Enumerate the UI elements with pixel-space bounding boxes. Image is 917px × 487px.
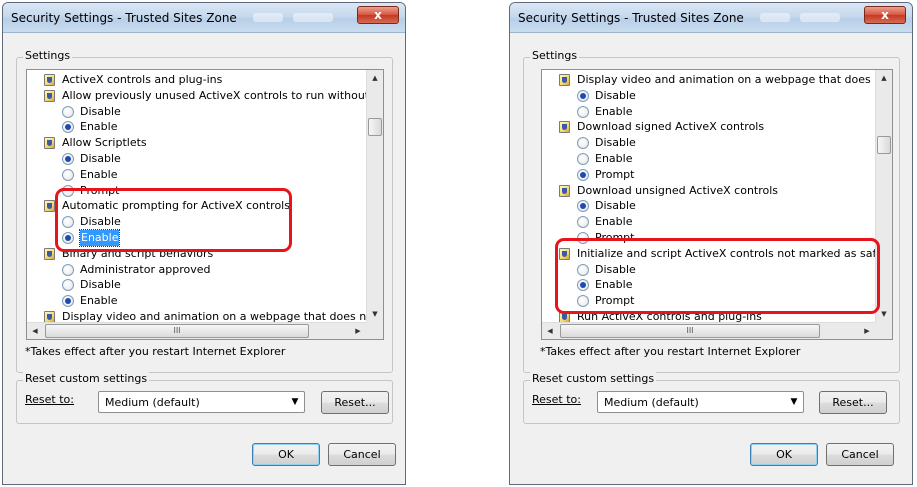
- row-label: Disable: [80, 152, 121, 165]
- activex-setting-icon: [44, 89, 55, 102]
- vertical-scrollbar[interactable]: ▲ ▼: [366, 70, 383, 322]
- row-label: Enable: [595, 215, 633, 229]
- highlight-outline: [555, 238, 880, 314]
- scroll-corner: [366, 322, 383, 339]
- row-label: Disable: [80, 104, 121, 118]
- close-icon: x: [881, 8, 889, 22]
- radio-button[interactable]: [62, 263, 74, 276]
- title-bar-reflection: [253, 13, 283, 22]
- radio-button[interactable]: [577, 168, 589, 181]
- activex-category-icon: [44, 74, 55, 86]
- radio-button[interactable]: [62, 153, 74, 165]
- close-button[interactable]: x: [357, 6, 399, 24]
- horizontal-scrollbar[interactable]: ◀ III ▶: [27, 322, 366, 339]
- scroll-right-arrow-icon[interactable]: ▶: [859, 323, 875, 339]
- ok-button[interactable]: OK: [252, 443, 320, 466]
- row-label: Enable: [80, 167, 118, 181]
- title-bar[interactable]: Security Settings - Trusted Sites Zone x: [3, 3, 405, 33]
- activex-setting-icon: [559, 184, 570, 197]
- scroll-right-arrow-icon[interactable]: ▶: [350, 323, 366, 339]
- radio-button[interactable]: [577, 137, 589, 150]
- row-label: Prompt: [595, 167, 635, 181]
- scroll-grip: III: [686, 326, 694, 335]
- dialog-title: Security Settings - Trusted Sites Zone: [518, 11, 744, 25]
- cancel-button[interactable]: Cancel: [328, 443, 396, 466]
- row-label: Download unsigned ActiveX controls: [577, 183, 779, 197]
- scroll-grip: III: [173, 326, 181, 335]
- dialog-title: Security Settings - Trusted Sites Zone: [11, 11, 237, 25]
- title-bar-reflection: [800, 13, 840, 22]
- row-label: Enable: [595, 104, 633, 118]
- vertical-scroll-thumb[interactable]: [368, 118, 382, 136]
- reset-button[interactable]: Reset...: [819, 391, 887, 414]
- reset-level-select[interactable]: Medium (default) ▼: [98, 391, 305, 413]
- radio-button[interactable]: [577, 216, 589, 229]
- activex-setting-icon: [44, 247, 55, 260]
- scroll-down-arrow-icon[interactable]: ▼: [367, 306, 383, 322]
- row-label: Download signed ActiveX controls: [577, 120, 765, 134]
- settings-group-label: Settings: [23, 49, 73, 62]
- reset-level-value: Medium (default): [105, 396, 200, 409]
- radio-button[interactable]: [62, 105, 74, 118]
- restart-note: *Takes effect after you restart Internet…: [25, 345, 286, 358]
- scroll-left-arrow-icon[interactable]: ◀: [542, 323, 558, 339]
- row-label: Allow Scriptlets: [62, 136, 147, 150]
- scroll-up-arrow-icon[interactable]: ▲: [367, 70, 383, 86]
- radio-button[interactable]: [62, 121, 74, 134]
- cancel-button[interactable]: Cancel: [826, 443, 894, 466]
- row-label: Disable: [80, 278, 121, 292]
- activex-setting-icon: [559, 121, 570, 134]
- radio-button[interactable]: [577, 89, 589, 102]
- vertical-scroll-thumb[interactable]: [877, 136, 891, 154]
- row-label: Enable: [80, 294, 118, 308]
- row-label: ActiveX controls and plug-ins: [62, 73, 223, 86]
- radio-button[interactable]: [577, 153, 589, 165]
- reset-to-label: Reset to:: [532, 393, 581, 406]
- horizontal-scrollbar[interactable]: ◀ III ▶: [542, 322, 875, 339]
- row-label: Display video and animation on a webpage…: [62, 310, 366, 322]
- reset-group-label: Reset custom settings: [23, 372, 150, 385]
- horizontal-scroll-thumb[interactable]: III: [45, 324, 309, 338]
- activex-setting-icon: [44, 200, 55, 213]
- radio-button[interactable]: [577, 105, 589, 118]
- close-button[interactable]: x: [864, 6, 906, 24]
- ok-button[interactable]: OK: [750, 443, 818, 466]
- chevron-down-icon: ▼: [790, 397, 798, 407]
- reset-level-select[interactable]: Medium (default) ▼: [597, 391, 804, 413]
- reset-group-label: Reset custom settings: [530, 372, 657, 385]
- row-label: Allow previously unused ActiveX controls…: [62, 88, 366, 102]
- close-icon: x: [374, 8, 382, 22]
- title-bar-reflection: [293, 13, 333, 22]
- radio-button[interactable]: [62, 295, 74, 308]
- row-label: Disable: [595, 199, 636, 213]
- reset-to-label: Reset to:: [25, 393, 74, 406]
- activex-setting-icon: [44, 311, 55, 322]
- activex-setting-icon: [44, 137, 55, 150]
- scroll-corner: [875, 322, 892, 339]
- scroll-up-arrow-icon[interactable]: ▲: [876, 70, 892, 86]
- reset-level-value: Medium (default): [604, 396, 699, 409]
- settings-group-label: Settings: [530, 49, 580, 62]
- row-label: Display video and animation on a webpage…: [577, 73, 875, 86]
- row-label: Enable: [80, 120, 118, 134]
- reset-button[interactable]: Reset...: [321, 391, 389, 414]
- highlight-outline: [55, 188, 292, 252]
- chevron-down-icon: ▼: [291, 397, 299, 407]
- scroll-left-arrow-icon[interactable]: ◀: [27, 323, 43, 339]
- row-label: Administrator approved: [80, 262, 211, 276]
- radio-button[interactable]: [62, 168, 74, 181]
- radio-button[interactable]: [577, 200, 589, 213]
- row-label: Disable: [595, 88, 636, 102]
- horizontal-scroll-thumb[interactable]: III: [560, 324, 820, 338]
- radio-button[interactable]: [62, 279, 74, 292]
- title-bar-reflection: [760, 13, 790, 22]
- restart-note: *Takes effect after you restart Internet…: [540, 345, 801, 358]
- row-label: Disable: [595, 136, 636, 150]
- row-label: Enable: [595, 152, 633, 165]
- activex-setting-icon: [559, 74, 570, 86]
- title-bar[interactable]: Security Settings - Trusted Sites Zone x: [510, 3, 912, 33]
